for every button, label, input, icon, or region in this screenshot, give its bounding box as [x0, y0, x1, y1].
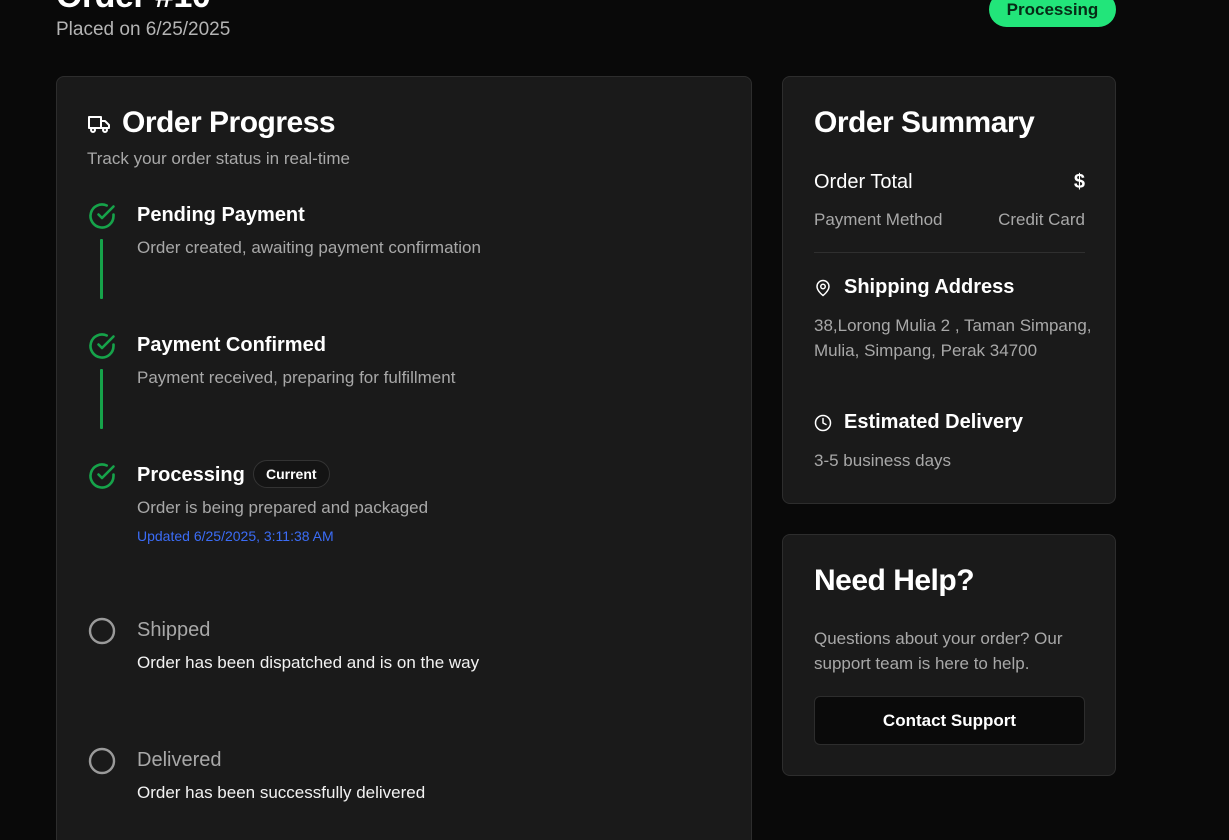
- order-progress-subtitle: Track your order status in real-time: [87, 149, 350, 168]
- step-description: Order has been dispatched and is on the …: [137, 653, 480, 672]
- estimated-delivery-value: 3-5 business days: [814, 451, 952, 470]
- step-title: Processing: [137, 464, 245, 486]
- current-badge: Current: [253, 460, 330, 488]
- order-summary-title: Order Summary: [814, 106, 1035, 139]
- order-title: Order #10: [56, 0, 211, 16]
- clock-icon: [814, 414, 832, 431]
- step-title: Pending Payment: [137, 204, 305, 226]
- payment-method-label: Payment Method: [814, 210, 943, 229]
- order-detail-page: Order #10 Placed on 6/25/2025 Processing…: [0, 0, 1229, 840]
- order-total-row: Order Total $: [814, 171, 1085, 194]
- empty-circle-icon: [88, 617, 116, 645]
- order-total-value: $: [1073, 171, 1085, 193]
- order-total-label: Order Total: [814, 171, 913, 193]
- check-circle-icon: [89, 203, 115, 229]
- step-updated-timestamp: Updated 6/25/2025, 3:11:38 AM: [137, 528, 334, 544]
- step-title: Shipped: [137, 619, 211, 641]
- truck-icon: [88, 116, 110, 133]
- step-description: Order created, awaiting payment confirma…: [137, 238, 481, 257]
- need-help-card: Need Help? Questions about your order? O…: [782, 534, 1116, 776]
- shipping-address-label: Shipping Address: [844, 276, 1015, 298]
- step-description: Order has been successfully delivered: [137, 783, 426, 802]
- empty-circle-icon: [88, 747, 116, 775]
- order-progress-title: Order Progress: [122, 106, 336, 139]
- step-title: Delivered: [137, 749, 222, 771]
- shipping-address-heading: Shipping Address: [814, 276, 1014, 299]
- divider: [814, 252, 1085, 253]
- need-help-text: Questions about your order? Our support …: [814, 629, 1063, 673]
- check-circle-icon: [89, 463, 115, 489]
- estimated-delivery-label: Estimated Delivery: [844, 411, 1023, 433]
- order-progress-card: Order Progress Track your order status i…: [56, 76, 752, 840]
- step-connector: [100, 369, 103, 429]
- shipping-address-text: 38,Lorong Mulia 2 , Taman Simpang, Mulia…: [814, 316, 1092, 360]
- step-description: Order is being prepared and packaged: [137, 498, 429, 517]
- payment-method-value: Credit Card: [998, 210, 1085, 229]
- step-connector: [100, 239, 103, 299]
- map-pin-icon: [816, 279, 830, 296]
- check-circle-icon: [89, 333, 115, 359]
- need-help-title: Need Help?: [814, 564, 975, 597]
- contact-support-button[interactable]: Contact Support: [814, 696, 1085, 745]
- order-summary-card: Order Summary Order Total $ Payment Meth…: [782, 76, 1116, 504]
- estimated-delivery-heading: Estimated Delivery: [814, 411, 1023, 434]
- status-badge: Processing: [989, 0, 1116, 27]
- placed-on-date: Placed on 6/25/2025: [56, 19, 231, 40]
- step-description: Payment received, preparing for fulfillm…: [137, 368, 456, 387]
- payment-method-row: Payment Method Credit Card: [814, 210, 1085, 230]
- step-title: Payment Confirmed: [137, 334, 326, 356]
